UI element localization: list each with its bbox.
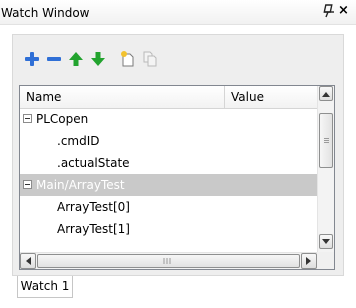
move-up-icon[interactable] — [67, 50, 85, 68]
toolbar — [23, 47, 163, 71]
tab-watch-1[interactable]: Watch 1 — [17, 276, 73, 298]
collapse-icon[interactable] — [23, 114, 32, 123]
row-name: ArrayTest[1] — [57, 222, 130, 236]
tree-row-main-arraytest[interactable]: Main/ArrayTest — [20, 174, 317, 196]
column-header-name[interactable]: Name — [20, 86, 225, 108]
row-name: PLCopen — [36, 112, 89, 126]
row-name: .cmdID — [57, 134, 100, 148]
close-icon[interactable]: × — [338, 3, 349, 19]
tree-row-cmdid[interactable]: .cmdID — [20, 130, 317, 152]
watch-grid: Name Value PLCopen .cmdID .actualState M… — [19, 85, 335, 270]
window-title: Watch Window — [1, 6, 90, 20]
tree-row-arraytest-0[interactable]: ArrayTest[0] — [20, 196, 317, 218]
vertical-scroll-thumb[interactable] — [319, 113, 333, 168]
column-header-value[interactable]: Value — [225, 86, 317, 108]
watch-panel: Name Value PLCopen .cmdID .actualState M… — [12, 34, 344, 276]
collapse-icon[interactable] — [23, 180, 32, 189]
tree-row-arraytest-1[interactable]: ArrayTest[1] — [20, 218, 317, 240]
scroll-up-icon[interactable] — [319, 86, 333, 101]
pin-icon[interactable] — [322, 4, 336, 18]
tree-row-plcopen[interactable]: PLCopen — [20, 108, 317, 130]
row-name: .actualState — [57, 156, 130, 170]
row-name: ArrayTest[0] — [57, 200, 130, 214]
move-down-icon[interactable] — [89, 50, 107, 68]
grid-rows: PLCopen .cmdID .actualState Main/ArrayTe… — [20, 108, 317, 240]
vertical-scrollbar[interactable] — [317, 86, 334, 252]
add-icon[interactable] — [23, 50, 41, 68]
new-watch-icon[interactable] — [119, 50, 137, 68]
row-name: Main/ArrayTest — [36, 178, 125, 192]
grid-header: Name Value — [20, 86, 317, 109]
title-bar: Watch Window × — [0, 0, 356, 25]
remove-icon[interactable] — [45, 50, 63, 68]
horizontal-scrollbar[interactable] — [20, 252, 317, 269]
scrollbar-corner — [317, 252, 334, 269]
horizontal-scroll-thumb[interactable] — [37, 254, 300, 268]
scroll-down-icon[interactable] — [319, 234, 333, 249]
scroll-left-icon[interactable] — [20, 253, 36, 269]
tree-row-actualstate[interactable]: .actualState — [20, 152, 317, 174]
scroll-right-icon[interactable] — [301, 253, 317, 269]
copy-icon[interactable] — [141, 50, 159, 68]
